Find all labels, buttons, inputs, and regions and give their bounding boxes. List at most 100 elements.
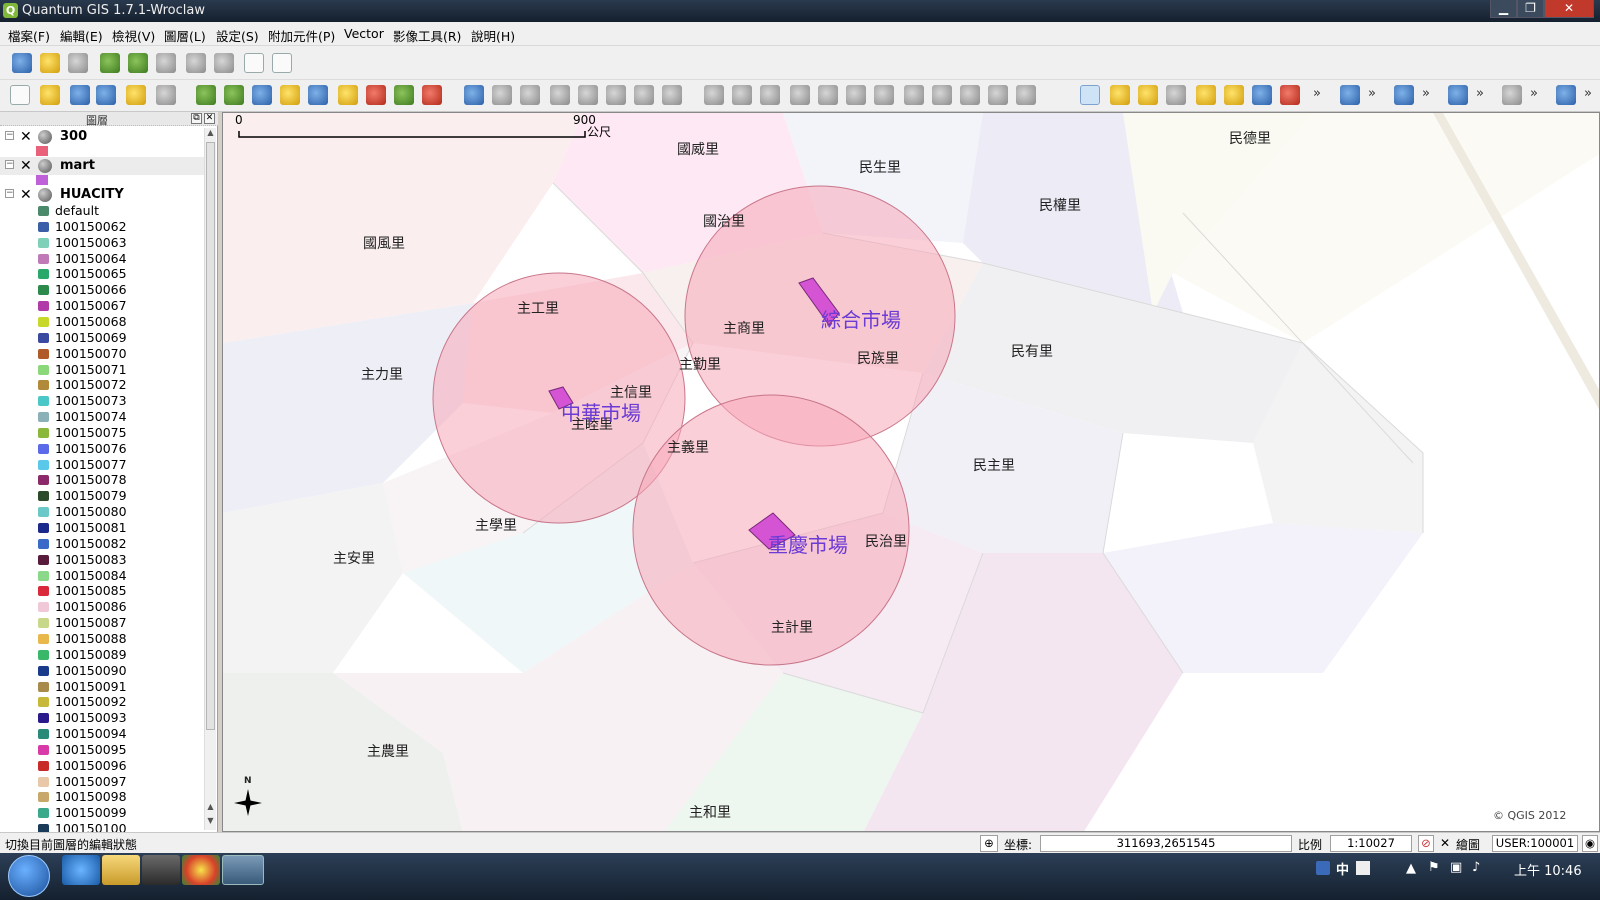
print-composer-icon[interactable] xyxy=(244,53,264,73)
coordinate-toggle-icon[interactable]: ⊕ xyxy=(980,835,998,852)
scroll-up-icon[interactable]: ▲ xyxy=(205,128,216,140)
star-plugin-icon[interactable] xyxy=(40,53,60,73)
layer-300[interactable]: − ✕ 300 xyxy=(0,128,204,146)
copy-features-icon[interactable] xyxy=(634,85,654,105)
ime-mode-icon[interactable] xyxy=(1356,861,1370,875)
merge-attributes-icon[interactable] xyxy=(988,85,1008,105)
save-as-icon[interactable] xyxy=(96,85,116,105)
coordinate-capture-icon[interactable] xyxy=(156,53,176,73)
open-project-icon[interactable] xyxy=(40,85,60,105)
layer-huacity[interactable]: − ✕ HUACITY xyxy=(0,186,204,204)
maximize-button[interactable]: ❐ xyxy=(1517,0,1544,18)
interpolation-icon[interactable] xyxy=(214,53,234,73)
visibility-checkbox[interactable]: ✕ xyxy=(20,129,32,145)
gps-info-icon[interactable] xyxy=(1448,85,1468,105)
show-hidden-icons[interactable]: ▲ xyxy=(1406,861,1416,876)
scroll-thumb[interactable] xyxy=(206,142,215,730)
scroll-up-icon[interactable]: ▲ xyxy=(205,802,216,814)
float-panel-icon[interactable]: ⧉ xyxy=(191,113,202,124)
identify-icon[interactable] xyxy=(1340,85,1360,105)
menu-settings[interactable]: 設定(S) xyxy=(216,26,259,45)
visibility-checkbox[interactable]: ✕ xyxy=(20,187,32,203)
simplify-feature-icon[interactable] xyxy=(760,85,780,105)
add-part-icon[interactable] xyxy=(818,85,838,105)
label-tool-icon[interactable] xyxy=(1556,85,1576,105)
add-spatialite-icon[interactable] xyxy=(280,85,300,105)
minimize-button[interactable]: ▁ xyxy=(1490,0,1517,18)
add-postgis-icon[interactable] xyxy=(252,85,272,105)
gps-tool-icon[interactable] xyxy=(100,53,120,73)
toolbar-overflow-icon[interactable]: » xyxy=(1368,86,1376,101)
qgis-taskbar-icon[interactable] xyxy=(222,855,264,885)
plugin-manager-icon[interactable] xyxy=(12,53,32,73)
clock[interactable]: 上午 10:46 xyxy=(1514,860,1582,879)
zoom-out-icon[interactable] xyxy=(1138,85,1158,105)
add-ring-icon[interactable] xyxy=(790,85,810,105)
menu-help[interactable]: 說明(H) xyxy=(471,26,515,45)
python-console-icon[interactable] xyxy=(68,53,88,73)
measure-icon[interactable] xyxy=(1502,85,1522,105)
composer-manager-icon[interactable] xyxy=(272,53,292,73)
scroll-down-icon[interactable]: ▼ xyxy=(205,816,216,828)
zoom-actual-icon[interactable] xyxy=(1166,85,1186,105)
add-wms-icon[interactable] xyxy=(308,85,328,105)
stop-render-icon[interactable]: ⊘ xyxy=(1418,835,1434,852)
add-raster-icon[interactable] xyxy=(224,85,244,105)
toolbar-overflow-icon[interactable]: » xyxy=(1584,86,1592,101)
new-layer-icon[interactable] xyxy=(338,85,358,105)
file-explorer-icon[interactable] xyxy=(102,855,140,885)
windows-start-icon[interactable] xyxy=(8,855,50,897)
ime-indicator[interactable]: 中 xyxy=(1336,859,1349,878)
ie-browser-icon[interactable] xyxy=(62,855,100,885)
delete-selected-icon[interactable] xyxy=(578,85,598,105)
chrome-browser-icon[interactable] xyxy=(182,855,220,885)
close-button[interactable]: ✕ xyxy=(1544,0,1594,18)
action-center-flag-icon[interactable]: ⚑ xyxy=(1428,860,1440,875)
toolbar-overflow-icon[interactable]: » xyxy=(1313,86,1321,101)
toolbar-overflow-icon[interactable]: » xyxy=(1476,86,1484,101)
georeferencer-icon[interactable] xyxy=(128,53,148,73)
printer-icon[interactable] xyxy=(156,85,176,105)
close-panel-icon[interactable]: ✕ xyxy=(204,113,215,124)
collapse-icon[interactable]: − xyxy=(5,160,14,169)
render-checkbox[interactable]: ✕ xyxy=(1440,836,1450,850)
zoom-layer-icon[interactable] xyxy=(1224,85,1244,105)
map-canvas[interactable]: 0 900 公尺 N 國威里 民生里 民德里 民權里 國治里 國風里 主工里 主… xyxy=(222,112,1600,832)
delete-ring-icon[interactable] xyxy=(846,85,866,105)
crs-button[interactable]: USER:100001 xyxy=(1492,835,1578,852)
collapse-icon[interactable]: − xyxy=(5,189,14,198)
add-vector-icon[interactable] xyxy=(196,85,216,105)
toolbar-overflow-icon[interactable]: » xyxy=(1530,86,1538,101)
menu-layer[interactable]: 圖層(L) xyxy=(164,26,206,45)
toolbar-overflow-icon[interactable]: » xyxy=(1422,86,1430,101)
visibility-checkbox[interactable]: ✕ xyxy=(20,158,32,174)
rotate-symbols-icon[interactable] xyxy=(1016,85,1036,105)
node-tool-icon[interactable] xyxy=(550,85,570,105)
menu-file[interactable]: 檔案(F) xyxy=(8,26,50,45)
copyright-label-icon[interactable] xyxy=(1394,85,1414,105)
menu-view[interactable]: 檢視(V) xyxy=(112,26,155,45)
menu-vector[interactable]: Vector xyxy=(344,26,384,41)
merge-features-icon[interactable] xyxy=(960,85,980,105)
redo-icon[interactable] xyxy=(732,85,752,105)
volume-icon[interactable]: ♪ xyxy=(1472,860,1480,875)
layer-mart[interactable]: − ✕ mart xyxy=(0,157,204,175)
network-icon[interactable]: ▣ xyxy=(1450,860,1462,875)
menu-edit[interactable]: 編輯(E) xyxy=(60,26,103,45)
media-player-icon[interactable] xyxy=(142,855,180,885)
add-wfs-icon[interactable] xyxy=(394,85,414,105)
keyboard-layout-icon[interactable] xyxy=(1316,861,1330,875)
zoom-in-icon[interactable] xyxy=(1110,85,1130,105)
menu-plugins[interactable]: 附加元件(P) xyxy=(268,26,335,45)
scale-field[interactable]: 1:10027 xyxy=(1330,835,1412,852)
remove-layer-icon[interactable] xyxy=(366,85,386,105)
layers-scrollbar[interactable]: ▲ ▲ ▼ xyxy=(204,128,216,830)
zoom-selection-icon[interactable] xyxy=(1252,85,1272,105)
split-features-icon[interactable] xyxy=(932,85,952,105)
print-icon[interactable] xyxy=(126,85,146,105)
messages-icon[interactable]: ◉ xyxy=(1582,835,1598,852)
collapse-icon[interactable]: − xyxy=(5,131,14,140)
menu-raster[interactable]: 影像工具(R) xyxy=(393,26,461,45)
save-project-icon[interactable] xyxy=(70,85,90,105)
coordinate-display[interactable]: 311693,2651545 xyxy=(1040,835,1292,852)
